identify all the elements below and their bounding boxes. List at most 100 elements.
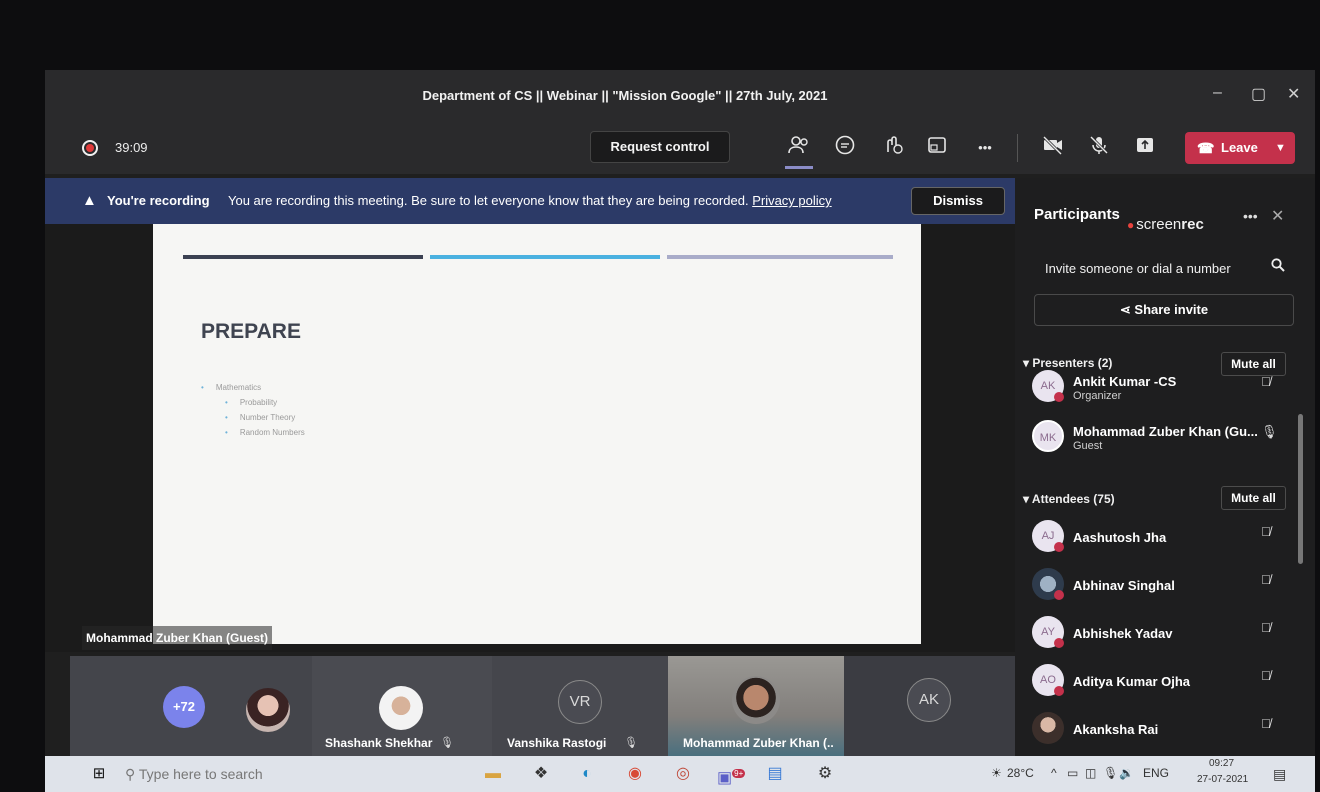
video-tile[interactable]: Shashank Shekhar 🎙 — [312, 656, 492, 756]
leave-button[interactable]: ☎ Leave ▼ — [1185, 132, 1295, 164]
dismiss-button[interactable]: Dismiss — [911, 187, 1005, 215]
more-actions-button[interactable]: ••• — [971, 134, 999, 162]
meeting-timer: 39:09 — [115, 140, 148, 155]
participant-row[interactable]: AK Ankit Kumar -CS Organizer 🎙̸ — [1015, 364, 1305, 412]
volume-icon[interactable]: 🔉 — [1119, 766, 1134, 780]
camera-off-icon[interactable] — [1039, 134, 1067, 162]
notifications-icon[interactable]: ▤ — [1273, 766, 1286, 783]
close-button[interactable]: ✕ — [1287, 84, 1300, 104]
settings-gear-icon[interactable]: ⚙ — [813, 762, 837, 786]
mic-off-icon[interactable]: 🎙̸ — [1261, 374, 1271, 389]
video-tile[interactable]: AK — [844, 656, 1015, 756]
slide-sub-bullet: Number Theory — [201, 410, 305, 425]
video-gallery-strip: +72 Shashank Shekhar 🎙 VR Vanshika Rasto… — [70, 656, 1015, 756]
maximize-button[interactable]: ▢ — [1251, 84, 1266, 104]
battery-icon[interactable]: ▭ — [1067, 766, 1078, 780]
mic-off-icon[interactable]: 🎙̸ — [1261, 620, 1271, 635]
reactions-icon[interactable] — [879, 134, 907, 162]
banner-message-text: You are recording this meeting. Be sure … — [228, 193, 749, 208]
avatar: AK — [1032, 370, 1064, 402]
participant-row[interactable]: Abhinav Singhal 🎙̸ — [1015, 562, 1305, 610]
participant-name: Abhishek Yadav — [1073, 626, 1173, 641]
mute-all-attendees-button[interactable]: Mute all — [1221, 486, 1286, 510]
file-explorer-icon[interactable]: ▬ — [481, 762, 505, 786]
meeting-toolbar: 39:09 Request control ••• ☎ Leave ▼ — [45, 122, 1315, 174]
camera-tray-icon[interactable]: ◫ — [1085, 766, 1096, 780]
windows-taskbar: ⊞ ⚲ Type here to search ▬ ❖ ◐ ◉ ◎ ▣ 9+ ▤ … — [45, 756, 1315, 792]
mic-off-icon[interactable]: 🎙̸ — [1261, 572, 1271, 587]
avatar: AJ — [1032, 520, 1064, 552]
taskbar-search-box[interactable]: ⚲ Type here to search — [125, 766, 263, 783]
teams-window: Department of CS || Webinar || "Mission … — [45, 70, 1315, 792]
search-icon[interactable] — [1271, 258, 1285, 276]
weather-icon[interactable]: ☀ — [991, 766, 1002, 780]
avatar-initials: MK — [1039, 432, 1057, 444]
chevron-up-icon[interactable]: ^ — [1051, 766, 1057, 780]
temperature[interactable]: 28°C — [1007, 766, 1034, 780]
panel-close-button[interactable]: ✕ — [1271, 206, 1284, 226]
request-control-button[interactable]: Request control — [590, 131, 730, 163]
participant-name: Ankit Kumar -CS — [1073, 374, 1177, 389]
participant-row[interactable]: MK Mohammad Zuber Khan (Gu... Guest 🎙 — [1015, 414, 1305, 462]
avatar: AY — [1032, 616, 1064, 648]
invite-input[interactable]: Invite someone or dial a number — [1045, 261, 1231, 276]
shared-slide: PREPARE Mathematics Probability Number T… — [153, 224, 921, 644]
participant-row[interactable]: Akanksha Rai 🎙̸ — [1015, 706, 1305, 746]
mic-off-icon[interactable]: 🎙̸ — [1261, 524, 1271, 539]
avatar-initials: AK — [1040, 380, 1056, 392]
more-participants-count[interactable]: +72 — [163, 686, 205, 728]
raise-hand-icon — [887, 136, 903, 154]
overflow-tile[interactable]: +72 — [70, 656, 312, 756]
banner-title: You're recording — [107, 193, 210, 208]
tile-participant-name: Mohammad Zuber Khan (... — [683, 736, 833, 750]
slide-heading: PREPARE — [201, 320, 301, 343]
chevron-down-icon[interactable]: ▼ — [1275, 132, 1286, 164]
attendees-header-label: Attendees (75) — [1031, 492, 1115, 506]
edge-browser-icon[interactable]: ◐ — [575, 762, 599, 786]
microphone-tray-icon[interactable]: 🎙 — [1103, 766, 1118, 780]
panel-scrollbar[interactable] — [1298, 414, 1303, 564]
share-invite-button[interactable]: ⋖ Share invite — [1034, 294, 1294, 326]
participants-icon[interactable] — [785, 134, 813, 162]
participant-row[interactable]: AJ Aashutosh Jha 🎙̸ — [1015, 514, 1305, 562]
participant-role: Organizer — [1073, 390, 1122, 402]
share-invite-label: Share invite — [1134, 302, 1209, 317]
clock-date[interactable]: 27-07-2021 — [1197, 774, 1248, 785]
mic-off-icon[interactable] — [1085, 134, 1113, 162]
avatar — [1032, 568, 1064, 600]
rooms-icon[interactable] — [923, 134, 951, 162]
mic-off-icon: 🎙 — [440, 737, 454, 749]
language-indicator[interactable]: ENG — [1143, 766, 1169, 780]
windows-start-icon[interactable]: ⊞ — [87, 762, 111, 786]
phone-hangup-icon: ☎ — [1197, 140, 1215, 156]
video-tile[interactable]: VR Vanshika Rastogi 🎙 — [492, 656, 668, 756]
slide-accent-bar-1 — [183, 255, 423, 259]
chrome-icon[interactable]: ◉ — [623, 762, 647, 786]
mic-on-icon[interactable]: 🎙 — [1261, 424, 1278, 440]
status-indicator — [1054, 392, 1064, 402]
screenrec-watermark: ● screenrec — [1127, 216, 1204, 233]
participant-row[interactable]: AO Aditya Kumar Ojha 🎙̸ — [1015, 658, 1305, 706]
privacy-policy-link[interactable]: Privacy policy — [752, 193, 831, 208]
photos-app-icon[interactable]: ◎ — [671, 762, 695, 786]
chat-icon[interactable] — [831, 134, 859, 162]
watermark-text: screen — [1136, 216, 1182, 233]
participants-panel: Participants ● screenrec ••• ✕ Invite som… — [1015, 178, 1315, 792]
speaker-video-tile[interactable]: Mohammad Zuber Khan (... — [668, 656, 844, 756]
teams-icon[interactable]: ▣ 9+ — [717, 762, 746, 786]
minimize-button[interactable]: – — [1213, 84, 1222, 102]
slide-accent-bar-3 — [667, 255, 893, 259]
mic-off-icon[interactable]: 🎙̸ — [1261, 668, 1271, 683]
chevron-down-icon: ▾ — [1023, 492, 1032, 506]
dropbox-icon[interactable]: ❖ — [529, 762, 553, 786]
clock-time[interactable]: 09:27 — [1209, 758, 1234, 769]
share-content-icon[interactable] — [1131, 134, 1159, 162]
content-stage: PREPARE Mathematics Probability Number T… — [45, 224, 1015, 652]
panel-more-button[interactable]: ••• — [1243, 208, 1258, 224]
photo-frame: Department of CS || Webinar || "Mission … — [0, 0, 1320, 792]
news-app-icon[interactable]: ▤ — [763, 762, 787, 786]
participant-row[interactable]: AY Abhishek Yadav 🎙̸ — [1015, 610, 1305, 658]
attendees-header[interactable]: ▾ Attendees (75) — [1023, 492, 1115, 506]
share-icon: ⋖ — [1119, 302, 1135, 317]
mic-off-icon[interactable]: 🎙̸ — [1261, 716, 1271, 731]
